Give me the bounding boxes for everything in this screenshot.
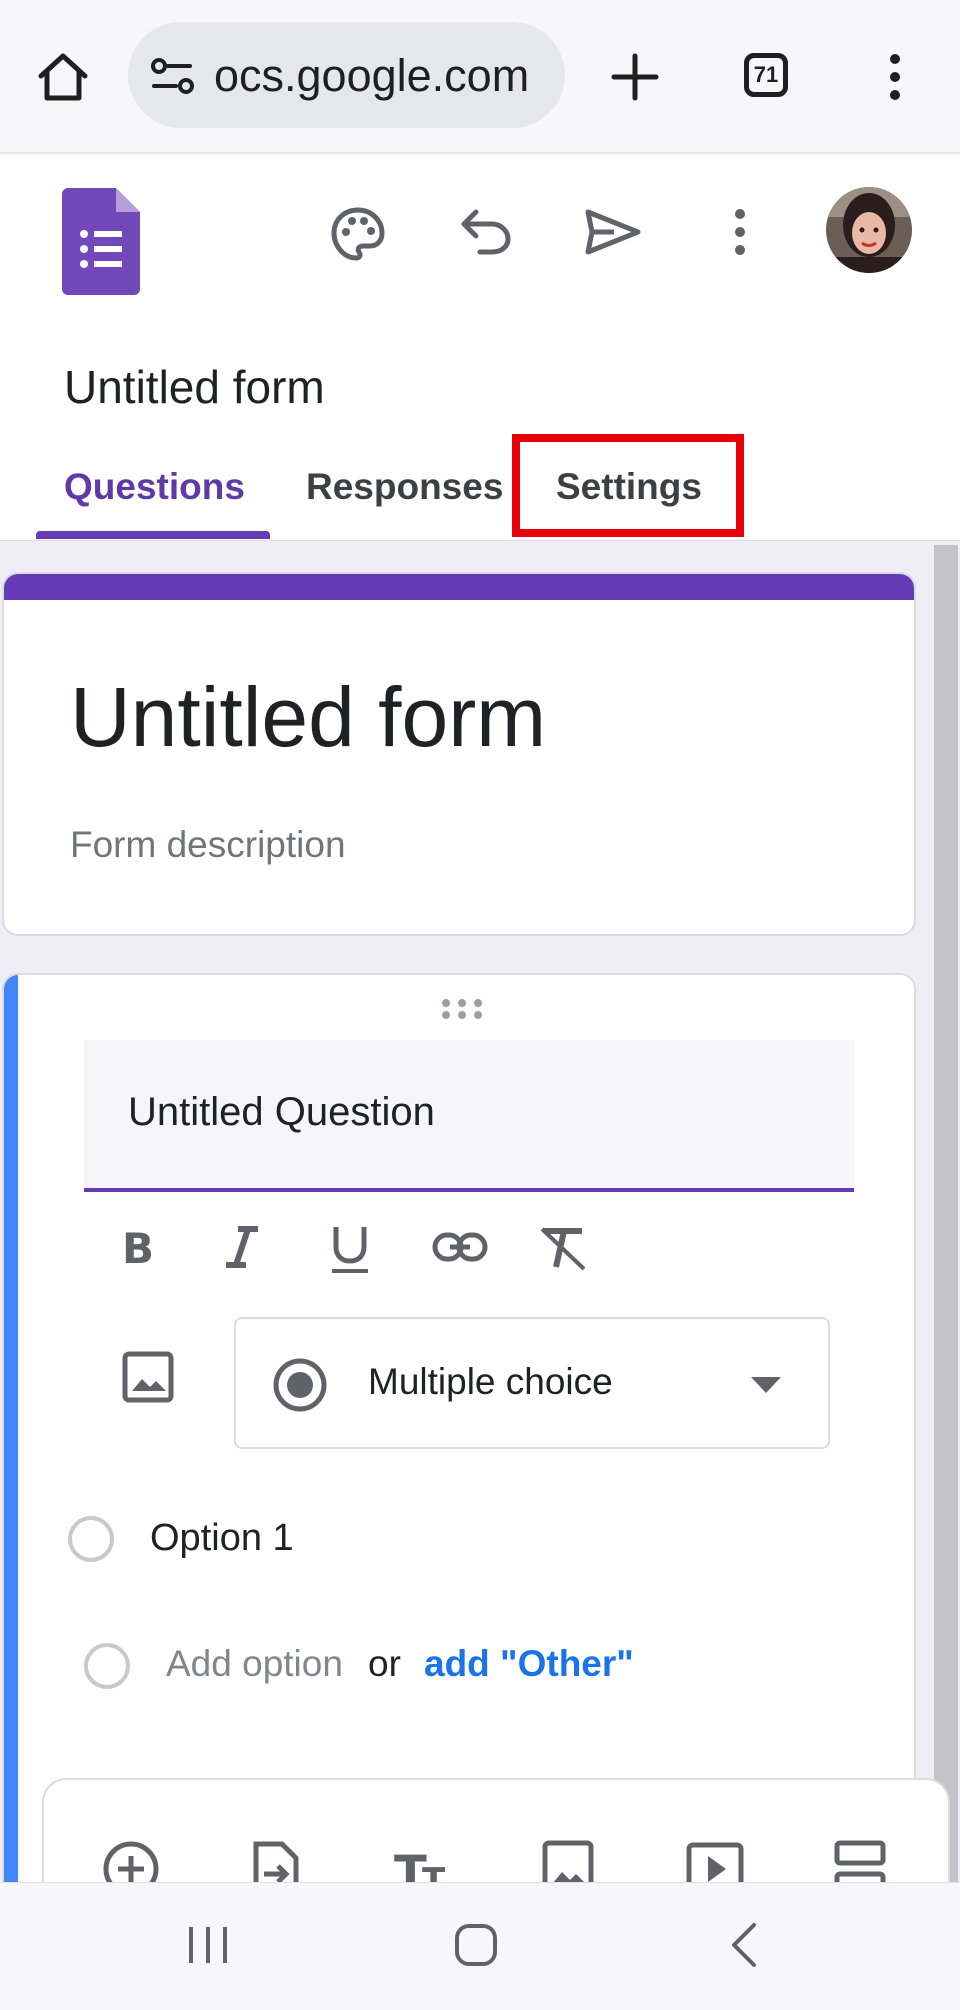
question-type-label: Multiple choice: [368, 1361, 613, 1402]
option-radio: [68, 1516, 114, 1562]
home-icon[interactable]: [36, 52, 90, 102]
recent-apps-icon[interactable]: [186, 1923, 230, 1967]
link-icon[interactable]: [432, 1231, 488, 1263]
send-icon[interactable]: [584, 208, 642, 256]
add-image-icon[interactable]: [122, 1351, 174, 1403]
add-option-link[interactable]: Add option: [166, 1643, 343, 1685]
overflow-menu-icon[interactable]: [885, 52, 905, 102]
home-nav-icon[interactable]: [454, 1923, 498, 1967]
system-navigation-bar: [0, 1882, 960, 2010]
more-vert-icon[interactable]: [730, 208, 750, 256]
option-1-label[interactable]: Option 1: [150, 1517, 294, 1560]
tab-responses[interactable]: Responses: [306, 466, 503, 508]
active-card-indicator: [4, 975, 18, 1901]
tab-questions[interactable]: Questions: [64, 466, 245, 508]
bold-icon[interactable]: B: [120, 1225, 156, 1269]
question-title-text: Untitled Question: [128, 1090, 435, 1134]
or-text: or: [368, 1643, 401, 1684]
site-settings-icon[interactable]: [150, 56, 196, 96]
italic-icon[interactable]: [224, 1225, 260, 1269]
browser-toolbar: ocs.google.com 71: [0, 0, 960, 154]
radio-button-checked-icon: [272, 1357, 328, 1413]
palette-icon[interactable]: [330, 206, 386, 262]
url-text: ocs.google.com: [214, 50, 530, 101]
undo-icon[interactable]: [460, 208, 512, 256]
address-bar[interactable]: ocs.google.com: [128, 22, 565, 128]
form-title-card[interactable]: Untitled form Form description: [2, 572, 916, 936]
form-description-field[interactable]: Form description: [70, 824, 346, 866]
underline-icon[interactable]: [330, 1223, 370, 1275]
svg-text:B: B: [122, 1225, 154, 1269]
add-option-radio: [84, 1643, 130, 1689]
forms-logo-icon[interactable]: [62, 188, 140, 295]
dropdown-arrow-icon: [751, 1377, 781, 1393]
active-tab-indicator: [36, 531, 270, 539]
clear-formatting-icon[interactable]: [538, 1225, 588, 1271]
app-form-title[interactable]: Untitled form: [64, 360, 325, 414]
new-tab-icon[interactable]: [610, 52, 660, 102]
question-title-input[interactable]: Untitled Question: [84, 1040, 854, 1192]
question-card[interactable]: Untitled Question B Multiple choice Opti…: [2, 973, 916, 1903]
title-card-accent-bar: [4, 574, 914, 600]
form-title[interactable]: Untitled form: [70, 669, 546, 766]
back-nav-icon[interactable]: [728, 1921, 760, 1969]
avatar[interactable]: [826, 187, 912, 273]
question-type-dropdown[interactable]: Multiple choice: [234, 1317, 830, 1449]
add-other-link[interactable]: add "Other": [424, 1643, 634, 1685]
tab-switcher-icon[interactable]: 71: [744, 53, 788, 97]
drag-handle-icon[interactable]: [440, 997, 484, 1021]
settings-highlight-box: [512, 434, 744, 537]
scrollbar[interactable]: [934, 545, 958, 1882]
